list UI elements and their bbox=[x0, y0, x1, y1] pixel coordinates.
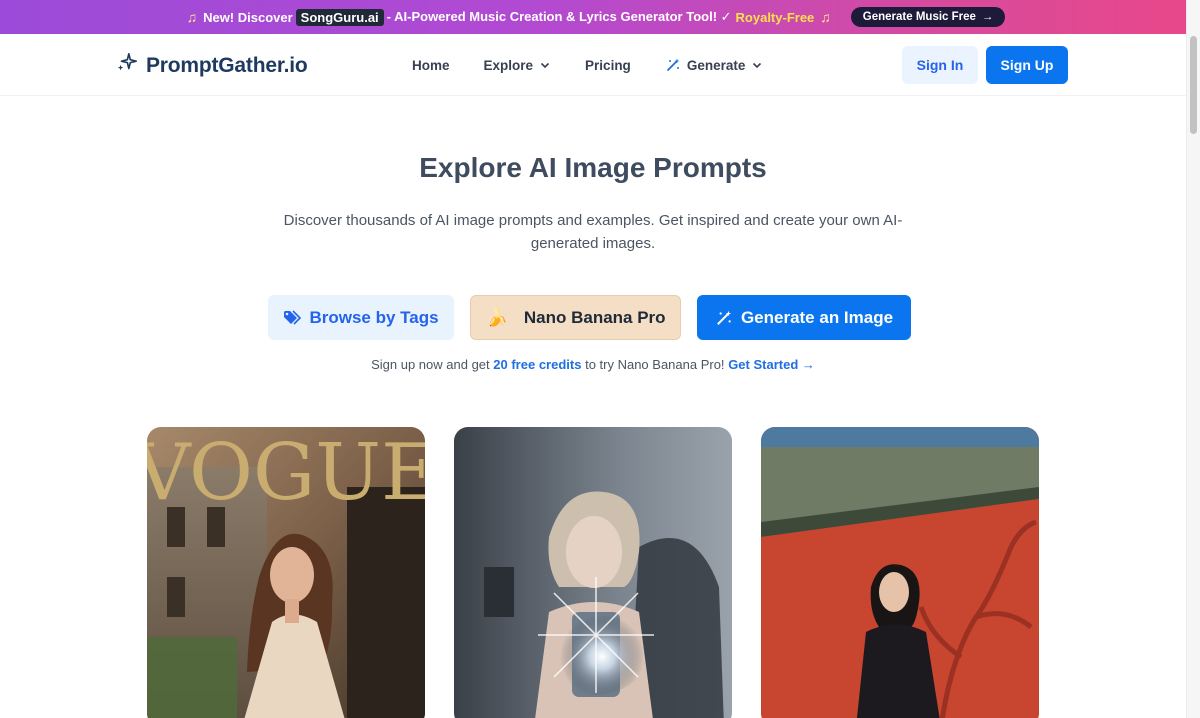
magic-wand-icon bbox=[717, 310, 732, 325]
promo-text: - AI-Powered Music Creation & Lyrics Gen… bbox=[386, 9, 732, 24]
nav-pricing[interactable]: Pricing bbox=[585, 58, 631, 73]
sign-in-button[interactable]: Sign In bbox=[902, 46, 978, 84]
chevron-down-icon bbox=[753, 62, 762, 69]
nav-explore-label: Explore bbox=[483, 57, 534, 73]
magic-wand-icon bbox=[666, 58, 680, 71]
nano-banana-pro-button[interactable]: 🍌 Nano Banana Pro bbox=[470, 295, 681, 340]
nav-pricing-label: Pricing bbox=[585, 57, 631, 73]
sign-up-button[interactable]: Sign Up bbox=[986, 46, 1068, 84]
logo-link[interactable]: PromptGather.io bbox=[116, 52, 308, 79]
tags-icon bbox=[284, 309, 302, 325]
nav-explore[interactable]: Explore bbox=[484, 58, 552, 73]
browse-by-tags-label: Browse by Tags bbox=[309, 307, 439, 327]
prompt-card-red-wall[interactable] bbox=[761, 427, 1039, 718]
generate-image-button[interactable]: Generate an Image bbox=[697, 295, 911, 340]
banana-icon: 🍌 bbox=[485, 307, 508, 327]
signup-middle: to try Nano Banana Pro! bbox=[585, 357, 725, 372]
free-credits-text: 20 free credits bbox=[493, 357, 582, 372]
nav-home-label: Home bbox=[412, 57, 450, 73]
prompt-image-selfie bbox=[454, 427, 732, 718]
music-note-icon: ♫ bbox=[186, 9, 198, 25]
prompt-image-red-wall bbox=[761, 427, 1039, 718]
promo-royalty-free: Royalty-Free bbox=[735, 9, 815, 25]
announcement-bar: ♫ New! Discover SongGuru.ai - AI-Powered… bbox=[0, 0, 1186, 34]
scrollbar-thumb[interactable] bbox=[1190, 36, 1197, 134]
nav-home[interactable]: Home bbox=[412, 58, 450, 73]
generate-music-label: Generate Music Free bbox=[862, 11, 976, 23]
nano-banana-pro-label: Nano Banana Pro bbox=[523, 307, 666, 327]
arrow-right-icon: → bbox=[981, 11, 994, 23]
auth-buttons: Sign In Sign Up bbox=[902, 46, 1068, 84]
promo-prefix: New! Discover bbox=[203, 9, 293, 25]
browse-by-tags-button[interactable]: Browse by Tags bbox=[268, 295, 454, 340]
hero-actions: Browse by Tags 🍌 Nano Banana Pro Generat… bbox=[268, 295, 911, 340]
get-started-link[interactable]: Get Started → bbox=[728, 357, 815, 372]
page-title: Explore AI Image Prompts bbox=[419, 152, 767, 183]
generate-music-button[interactable]: Generate Music Free → bbox=[850, 7, 1006, 27]
sparkles-icon bbox=[116, 52, 138, 79]
signup-prefix: Sign up now and get bbox=[371, 357, 490, 372]
signup-promo-text: Sign up now and get 20 free credits to t… bbox=[0, 357, 1186, 372]
prompt-image-vogue: VOGUE bbox=[147, 427, 425, 718]
logo-text: PromptGather.io bbox=[146, 53, 308, 77]
navbar: PromptGather.io Home Explore Pricing Gen… bbox=[0, 34, 1186, 96]
page-subtitle: Discover thousands of AI image prompts a… bbox=[283, 212, 903, 252]
prompt-card-selfie[interactable] bbox=[454, 427, 732, 718]
nav-generate-label: Generate bbox=[686, 57, 746, 73]
music-note-icon: ♫ bbox=[820, 9, 831, 25]
generate-image-label: Generate an Image bbox=[740, 307, 894, 327]
prompt-card-vogue[interactable]: VOGUE bbox=[147, 427, 425, 718]
main-menu: Home Explore Pricing Generate bbox=[412, 57, 797, 73]
vogue-image-text: VOGUE bbox=[147, 428, 425, 518]
page-scrollbar[interactable] bbox=[1186, 0, 1200, 718]
nav-generate[interactable]: Generate bbox=[665, 57, 764, 73]
chevron-down-icon bbox=[540, 62, 550, 69]
promo-brand-link[interactable]: SongGuru.ai bbox=[295, 8, 384, 26]
